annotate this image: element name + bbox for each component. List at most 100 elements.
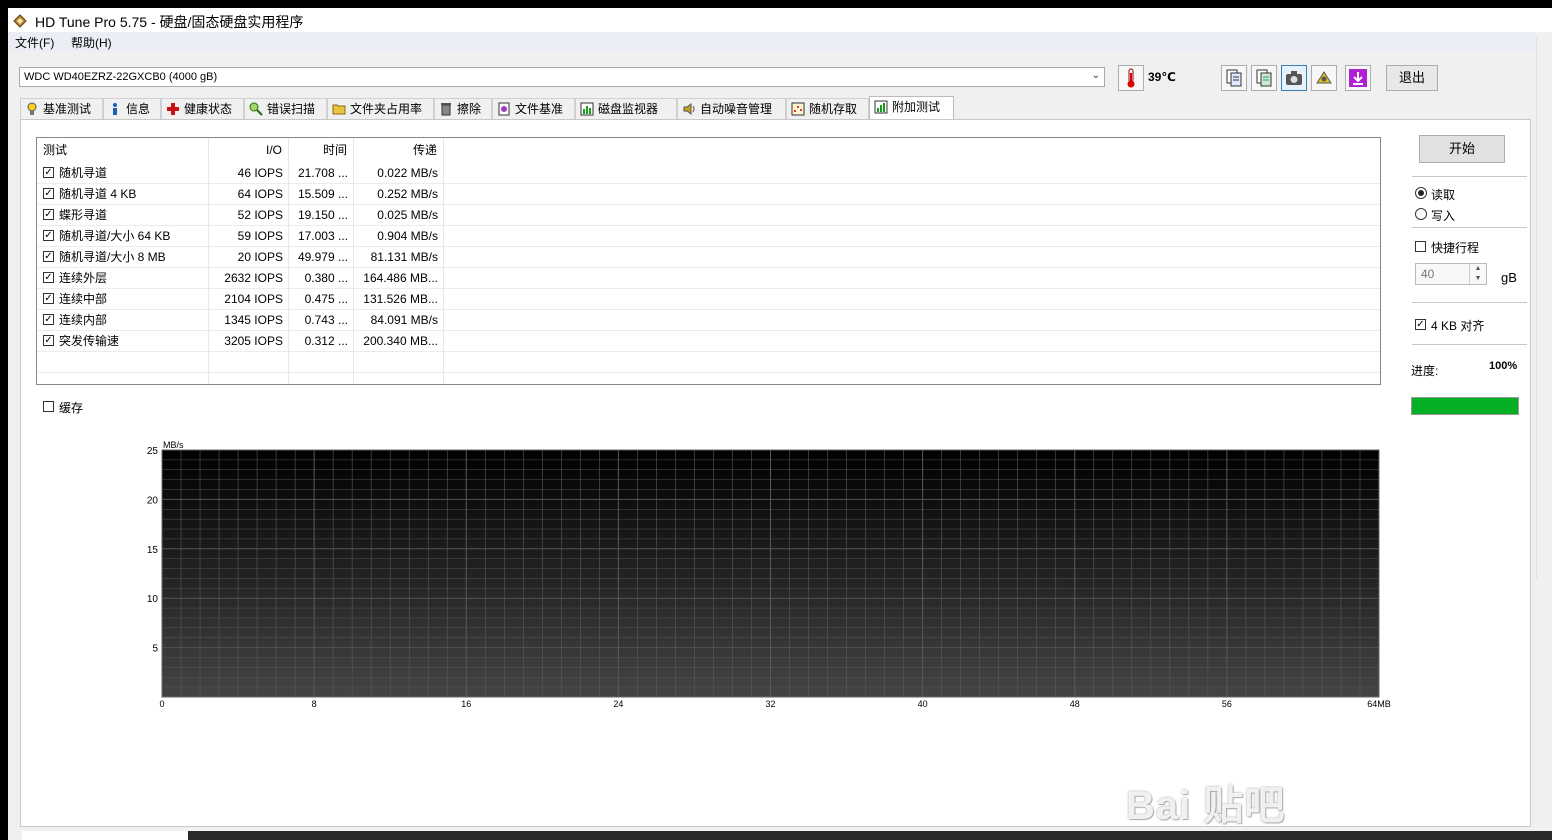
- row-checkbox[interactable]: ✓: [43, 293, 54, 304]
- x-tick-label: 0: [159, 699, 164, 708]
- options-icon: [1316, 71, 1332, 84]
- copy-all-button[interactable]: [1251, 65, 1277, 91]
- tab-label: 基准测试: [43, 102, 92, 116]
- row-checkbox[interactable]: ✓: [43, 167, 54, 178]
- write-label: 写入: [1431, 209, 1456, 223]
- save-down-icon: [1349, 69, 1367, 87]
- table-row[interactable]: ✓ 随机寻道/大小 64 KB 59 IOPS 17.003 ... 0.904 MB/…: [37, 226, 1380, 247]
- cell-transfer: 0.252 MB/s: [377, 187, 438, 201]
- window-edge: [1536, 38, 1552, 578]
- table-row[interactable]: ✓ 连续外层 2632 IOPS 0.380 ... 164.486 MB...: [37, 268, 1380, 289]
- cell-test: 随机寻道/大小 8 MB: [59, 250, 166, 264]
- row-checkbox[interactable]: ✓: [43, 230, 54, 241]
- tab-file-benchmark[interactable]: 文件基准: [492, 98, 575, 119]
- read-radio[interactable]: [1415, 187, 1427, 199]
- copy-info-icon: [1226, 69, 1242, 87]
- tab-label: 健康状态: [184, 102, 233, 116]
- save-button[interactable]: [1345, 65, 1371, 91]
- row-checkbox[interactable]: ✓: [43, 251, 54, 262]
- tab-erase[interactable]: 擦除: [434, 98, 492, 119]
- table-row[interactable]: ✓ 连续中部 2104 IOPS 0.475 ... 131.526 MB...: [37, 289, 1380, 310]
- column-header-time[interactable]: 时间: [289, 138, 354, 163]
- x-tick-label: 40: [918, 699, 928, 708]
- tab-benchmark[interactable]: 基准测试: [20, 98, 103, 119]
- menu-file[interactable]: 文件(F): [15, 34, 54, 51]
- tab-label: 自动噪音管理: [700, 102, 773, 116]
- exit-button[interactable]: 退出: [1386, 65, 1438, 91]
- folder-icon: [332, 104, 346, 115]
- y-tick-label: 5: [152, 644, 158, 655]
- x-tick-label: 8: [312, 699, 317, 708]
- cell-io: 59 IOPS: [237, 229, 283, 243]
- row-checkbox[interactable]: ✓: [43, 335, 54, 346]
- copy-info-button[interactable]: [1221, 65, 1247, 91]
- table-row[interactable]: ✓ 连续内部 1345 IOPS 0.743 ... 84.091 MB/s: [37, 310, 1380, 331]
- quick-stroke-label: 快捷行程: [1431, 241, 1480, 255]
- x-tick-label: 48: [1070, 699, 1080, 708]
- tab-label: 文件基准: [515, 102, 564, 116]
- table-row[interactable]: ✓ 蝶形寻道 52 IOPS 19.150 ... 0.025 MB/s: [37, 205, 1380, 226]
- tab-label: 附加测试: [892, 100, 941, 114]
- cell-time: 0.743 ...: [304, 313, 348, 327]
- tab-extra-tests[interactable]: 附加测试: [869, 96, 954, 120]
- x-tick-label: 56: [1222, 699, 1232, 708]
- column-header-test[interactable]: 测试: [37, 138, 209, 163]
- temperature-button[interactable]: [1118, 65, 1144, 91]
- tab-random-access[interactable]: 随机存取: [786, 98, 869, 119]
- divider: [1412, 344, 1527, 345]
- size-spinner[interactable]: 40 ▲ ▼: [1415, 263, 1487, 285]
- health-cross-icon: [167, 103, 179, 115]
- x-tick-label: 16: [461, 699, 471, 708]
- row-checkbox[interactable]: ✓: [43, 209, 54, 220]
- tab-noise-management[interactable]: 自动噪音管理: [677, 98, 786, 119]
- row-checkbox[interactable]: ✓: [43, 188, 54, 199]
- start-button[interactable]: 开始: [1419, 135, 1505, 163]
- options-button[interactable]: [1311, 65, 1337, 91]
- taskbar-fragment: [22, 831, 188, 840]
- divider: [1412, 227, 1527, 228]
- magnifier-icon: [249, 102, 263, 116]
- drive-select-value: WDC WD40EZRZ-22GXCB0 (4000 gB): [24, 71, 218, 83]
- cell-io: 20 IOPS: [237, 250, 283, 264]
- y-tick-label: 20: [147, 495, 159, 506]
- table-row[interactable]: ✓ 随机寻道 4 KB 64 IOPS 15.509 ... 0.252 MB/s: [37, 184, 1380, 205]
- y-tick-label: 10: [147, 594, 159, 605]
- cell-time: 17.003 ...: [297, 229, 348, 243]
- align-4kb-checkbox[interactable]: ✓: [1415, 319, 1426, 330]
- tab-disk-monitor[interactable]: 磁盘监视器: [575, 98, 677, 119]
- copy-all-icon: [1256, 69, 1272, 87]
- chevron-down-icon: ⌄: [1091, 70, 1100, 81]
- file-benchmark-icon: [498, 102, 510, 116]
- column-header-transfer[interactable]: 传递: [354, 138, 444, 163]
- read-label: 读取: [1431, 188, 1456, 202]
- table-row[interactable]: ✓ 突发传输速 3205 IOPS 0.312 ... 200.340 MB...: [37, 331, 1380, 352]
- table-row[interactable]: ✓ 随机寻道 46 IOPS 21.708 ... 0.022 MB/s: [37, 163, 1380, 184]
- table-row[interactable]: ✓ 随机寻道/大小 8 MB 20 IOPS 49.979 ... 81.131 MB/…: [37, 247, 1380, 268]
- title-bar[interactable]: HD Tune Pro 5.75 - 硬盘/固态硬盘实用程序: [8, 8, 1552, 32]
- screenshot-button[interactable]: [1281, 65, 1307, 91]
- cache-checkbox[interactable]: [43, 401, 54, 412]
- window-title: HD Tune Pro 5.75 - 硬盘/固态硬盘实用程序: [35, 14, 304, 30]
- quick-stroke-checkbox[interactable]: [1415, 241, 1426, 252]
- column-header-io[interactable]: I/O: [209, 138, 289, 163]
- row-checkbox[interactable]: ✓: [43, 314, 54, 325]
- tab-error-scan[interactable]: 错误扫描: [244, 98, 327, 119]
- tab-health[interactable]: 健康状态: [161, 98, 244, 119]
- cell-test: 连续中部: [59, 292, 108, 306]
- drive-select[interactable]: WDC WD40EZRZ-22GXCB0 (4000 gB) ⌄: [19, 67, 1105, 87]
- cell-test: 随机寻道 4 KB: [59, 187, 137, 201]
- cell-test: 突发传输速: [59, 334, 120, 348]
- cell-transfer: 131.526 MB...: [363, 292, 438, 306]
- write-radio[interactable]: [1415, 208, 1427, 220]
- spinner-arrows-icon[interactable]: ▲ ▼: [1469, 264, 1486, 284]
- tab-folder-usage[interactable]: 文件夹占用率: [327, 98, 434, 119]
- progress-label: 进度:: [1411, 364, 1439, 378]
- speaker-icon: [683, 103, 695, 115]
- tab-label: 随机存取: [809, 102, 858, 116]
- cell-transfer: 84.091 MB/s: [370, 313, 438, 327]
- menu-help[interactable]: 帮助(H): [71, 34, 112, 51]
- row-checkbox[interactable]: ✓: [43, 272, 54, 283]
- x-tick-label: 24: [613, 699, 623, 708]
- info-icon: [113, 103, 117, 115]
- tab-info[interactable]: 信息: [103, 98, 161, 119]
